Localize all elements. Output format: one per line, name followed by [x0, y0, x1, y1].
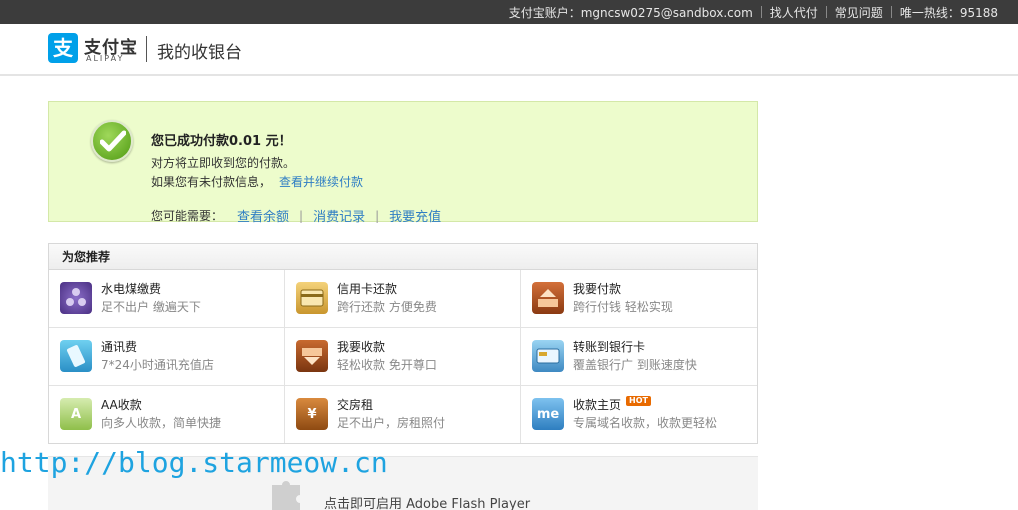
recommend-title: 为您推荐	[49, 244, 757, 270]
check-icon	[91, 120, 133, 162]
item-title: 信用卡还款	[337, 282, 398, 296]
consumption-records-link[interactable]: 消费记录	[313, 206, 365, 225]
item-desc: 向多人收款，简单快捷	[101, 416, 222, 430]
pay-for-me-link[interactable]: 找人代付	[770, 4, 818, 21]
collection-homepage-item[interactable]: me 收款主页 HOT 专属域名收款，收款更轻松	[521, 386, 757, 443]
view-balance-link[interactable]: 查看余额	[237, 206, 289, 225]
payment-icon	[532, 282, 564, 314]
credit-card-icon	[296, 282, 328, 314]
divider: |	[375, 208, 380, 223]
divider	[146, 36, 147, 62]
recommend-panel: 为您推荐 水电煤缴费 足不出户 缴遍天下 信用卡还款 跨行还款 方便免费 我要付…	[48, 243, 758, 444]
item-title: 收款主页	[573, 398, 622, 412]
make-payment-item[interactable]: 我要付款 跨行付钱 轻松实现	[521, 270, 757, 328]
bank-card-icon	[532, 340, 564, 372]
success-panel: 您已成功付款0.01 元！ 对方将立即收到您的付款。 如果您有未付款信息， 查看并…	[48, 101, 758, 226]
account-label: 支付宝账户：mgncsw0275@sandbox.com	[508, 5, 753, 20]
watermark-text: http://blog.starmeow.cn	[0, 446, 388, 479]
quick-links-label: 您可能需要：	[151, 209, 224, 223]
item-title: 水电煤缴费	[101, 282, 162, 296]
rent-payment-item[interactable]: ¥ 交房租 足不出户，房租照付	[285, 386, 521, 443]
utility-payment-item[interactable]: 水电煤缴费 足不出户 缴遍天下	[49, 270, 285, 328]
item-desc: 足不出户，房租照付	[337, 416, 446, 430]
item-title: AA收款	[101, 398, 142, 412]
receive-payment-item[interactable]: 我要收款 轻松收款 免开尊口	[285, 328, 521, 386]
item-title: 转账到银行卡	[573, 340, 646, 354]
utility-icon	[60, 282, 92, 314]
item-desc: 专属域名收款，收款更轻松	[573, 416, 718, 430]
bank-transfer-item[interactable]: 转账到银行卡 覆盖银行广 到账速度快	[521, 328, 757, 386]
item-title-wrap: 收款主页 HOT	[573, 396, 651, 413]
divider	[760, 6, 762, 18]
top-bar: 支付宝账户：mgncsw0275@sandbox.com 找人代付 常见问题 唯…	[0, 0, 1018, 24]
divider	[890, 6, 892, 18]
item-title: 我要付款	[573, 282, 622, 296]
aa-collect-item[interactable]: A AA收款 向多人收款，简单快捷	[49, 386, 285, 443]
item-title: 交房租	[337, 398, 374, 412]
continue-payment-link[interactable]: 查看并继续付款	[279, 175, 363, 189]
flash-enable-text[interactable]: 点击即可启用 Adobe Flash Player	[324, 493, 530, 510]
hotline-label: 唯一热线：95188	[899, 5, 998, 20]
puzzle-plugin-icon	[266, 477, 308, 510]
phone-recharge-item[interactable]: 通讯费 7*24小时通讯充值店	[49, 328, 285, 386]
phone-icon	[60, 340, 92, 372]
aa-icon: A	[60, 398, 92, 430]
quick-links: 您可能需要： 查看余额 | 消费记录 | 我要充值	[151, 206, 441, 226]
recharge-link[interactable]: 我要充值	[389, 206, 441, 225]
hot-badge: HOT	[626, 396, 651, 406]
faq-link[interactable]: 常见问题	[835, 4, 883, 21]
item-desc: 跨行付钱 轻松实现	[573, 300, 673, 314]
page-title: 我的收银台	[157, 43, 242, 63]
house-icon: ¥	[296, 398, 328, 430]
divider: |	[299, 208, 304, 223]
homepage-icon: me	[532, 398, 564, 430]
credit-card-repay-item[interactable]: 信用卡还款 跨行还款 方便免费	[285, 270, 521, 328]
logo-subtext: ALIPAY	[86, 54, 125, 63]
item-desc: 轻松收款 免开尊口	[337, 358, 437, 372]
success-title: 您已成功付款0.01 元！	[151, 134, 292, 149]
header: 支 支付宝 ALIPAY 我的收银台	[0, 24, 1018, 76]
alipay-logo-icon[interactable]: 支	[48, 33, 78, 63]
item-desc: 覆盖银行广 到账速度快	[573, 358, 697, 372]
item-desc: 跨行还款 方便免费	[337, 300, 437, 314]
item-title: 通讯费	[101, 340, 138, 354]
unpaid-label: 如果您有未付款信息，	[151, 175, 272, 189]
recommend-grid: 水电煤缴费 足不出户 缴遍天下 信用卡还款 跨行还款 方便免费 我要付款 跨行付…	[49, 270, 757, 443]
unpaid-message: 如果您有未付款信息， 查看并继续付款	[151, 173, 363, 190]
item-desc: 足不出户 缴遍天下	[101, 300, 201, 314]
item-desc: 7*24小时通讯充值店	[101, 358, 214, 372]
receive-icon	[296, 340, 328, 372]
divider	[825, 6, 827, 18]
item-title: 我要收款	[337, 340, 386, 354]
success-message: 对方将立即收到您的付款。	[151, 156, 296, 170]
